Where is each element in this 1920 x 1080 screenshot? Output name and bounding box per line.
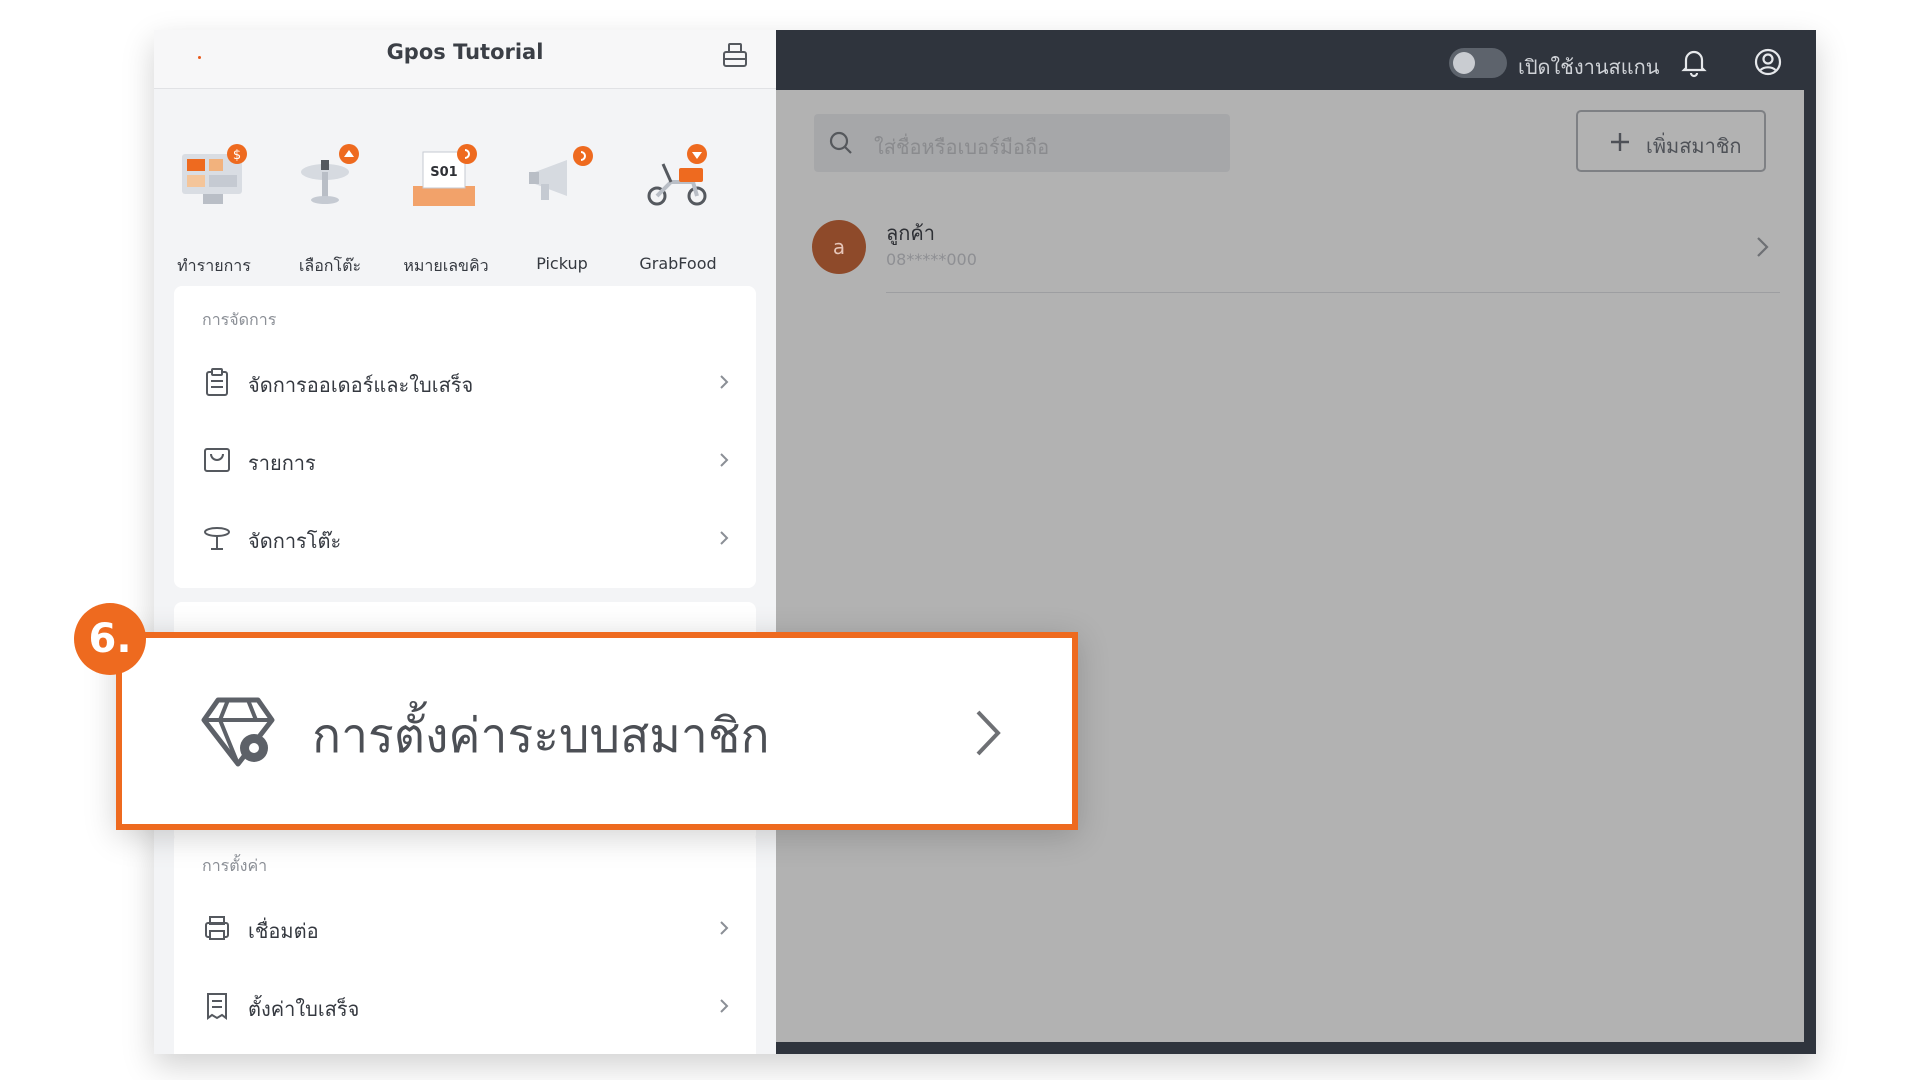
chevron-right-icon bbox=[720, 375, 729, 389]
member-settings-label: การตั้งค่าระบบสมาชิก bbox=[312, 708, 770, 764]
shortcut-order-label: ทำรายการ bbox=[177, 256, 251, 275]
search-input[interactable]: ใส่ชื่อหรือเบอร์มือถือ bbox=[814, 114, 1230, 172]
menu-connect-label: เชื่อมต่อ bbox=[248, 919, 319, 943]
shortcut-queue-label: หมายเลขคิว bbox=[403, 256, 489, 275]
settings-title: การตั้งค่า bbox=[202, 856, 268, 875]
member-content: ใส่ชื่อหรือเบอร์มือถือ เพิ่มสมาชิก a ลูก… bbox=[776, 90, 1804, 1042]
shortcut-grabfood[interactable]: GrabFood bbox=[620, 142, 736, 273]
member-diamond-gear-icon bbox=[201, 697, 275, 767]
member-list-item[interactable]: a ลูกค้า 08*****000 bbox=[812, 220, 1780, 330]
pos-terminal-icon: $ bbox=[182, 144, 247, 204]
left-header: Gpos Tutorial bbox=[154, 30, 776, 89]
toggle-knob bbox=[1453, 52, 1475, 74]
add-member-button[interactable]: เพิ่มสมาชิก bbox=[1576, 110, 1766, 172]
management-title: การจัดการ bbox=[202, 310, 277, 329]
top-bar bbox=[776, 30, 1816, 90]
avatar: a bbox=[812, 220, 866, 274]
menu-receipt-settings[interactable]: ตั้งค่าใบเสร็จ bbox=[174, 976, 756, 1036]
chevron-right-icon bbox=[720, 453, 729, 467]
menu-manage-tables-label: จัดการโต๊ะ bbox=[248, 529, 342, 553]
management-card: การจัดการ จัดการออเดอร์และใบเสร็จ รายการ bbox=[174, 286, 756, 588]
table-icon bbox=[301, 144, 359, 204]
settings-card: การตั้งค่า เชื่อมต่อ ตั้งค่าใบเสร็จ bbox=[174, 832, 756, 1054]
shortcut-table-label: เลือกโต๊ะ bbox=[298, 256, 362, 275]
menu-items[interactable]: รายการ bbox=[174, 430, 756, 490]
member-phone: 08*****000 bbox=[886, 250, 977, 269]
shortcut-pickup-label: Pickup bbox=[536, 254, 588, 273]
left-panel: Gpos Tutorial $ ทำรายการ เลือกโต๊ะ S01 ห… bbox=[154, 30, 776, 1054]
add-member-label: เพิ่มสมาชิก bbox=[1646, 134, 1742, 158]
shortcut-order[interactable]: $ ทำรายการ bbox=[156, 142, 272, 275]
shortcut-grabfood-label: GrabFood bbox=[639, 254, 717, 273]
plus-icon bbox=[1611, 133, 1629, 151]
scan-label: เปิดใช้งานสแกน bbox=[1518, 55, 1660, 79]
svg-text:$: $ bbox=[233, 148, 241, 163]
queue-ticket-icon: S01 bbox=[413, 144, 477, 206]
tablet-frame: Gpos Tutorial $ ทำรายการ เลือกโต๊ะ S01 ห… bbox=[154, 30, 1816, 1054]
chevron-right-icon bbox=[720, 921, 729, 935]
shortcut-bar: $ ทำรายการ เลือกโต๊ะ S01 หมายเลขคิว Pick… bbox=[154, 142, 776, 275]
chevron-right-icon bbox=[720, 999, 729, 1013]
menu-order-receipt[interactable]: จัดการออเดอร์และใบเสร็จ bbox=[174, 352, 756, 412]
menu-items-label: รายการ bbox=[248, 451, 316, 475]
table-icon bbox=[204, 527, 230, 550]
chevron-right-icon bbox=[720, 531, 729, 545]
menu-connect[interactable]: เชื่อมต่อ bbox=[174, 898, 756, 958]
receipt-icon bbox=[207, 993, 227, 1020]
menu-manage-tables[interactable]: จัดการโต๊ะ bbox=[174, 508, 756, 568]
cash-register-icon[interactable] bbox=[720, 40, 750, 70]
bag-icon bbox=[204, 448, 230, 472]
scooter-icon bbox=[647, 144, 707, 206]
store-title: Gpos Tutorial bbox=[386, 40, 544, 64]
member-settings-callout[interactable]: การตั้งค่าระบบสมาชิก bbox=[116, 632, 1078, 830]
search-placeholder: ใส่ชื่อหรือเบอร์มือถือ bbox=[874, 135, 1050, 159]
divider bbox=[886, 292, 1780, 293]
bell-icon[interactable] bbox=[1678, 46, 1710, 78]
shortcut-table[interactable]: เลือกโต๊ะ bbox=[272, 142, 388, 275]
scan-toggle[interactable] bbox=[1449, 48, 1507, 78]
step-badge: 6. bbox=[74, 603, 146, 675]
menu-order-receipt-label: จัดการออเดอร์และใบเสร็จ bbox=[248, 373, 474, 397]
shortcut-queue[interactable]: S01 หมายเลขคิว bbox=[388, 142, 504, 275]
chevron-right-icon bbox=[1757, 237, 1769, 257]
clipboard-icon bbox=[206, 368, 228, 396]
printer-icon bbox=[205, 916, 229, 940]
menu-receipt-settings-label: ตั้งค่าใบเสร็จ bbox=[248, 997, 360, 1021]
chevron-right-icon bbox=[976, 710, 1001, 756]
member-name: ลูกค้า bbox=[886, 221, 935, 245]
search-icon bbox=[829, 131, 852, 154]
megaphone-icon bbox=[529, 146, 593, 200]
profile-icon[interactable] bbox=[1752, 46, 1784, 78]
shortcut-pickup[interactable]: Pickup bbox=[504, 142, 620, 273]
ticket-number: S01 bbox=[430, 165, 457, 180]
